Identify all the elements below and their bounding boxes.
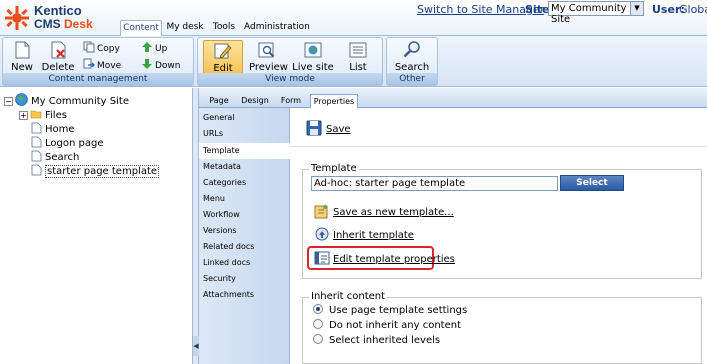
ribbon-toolbar: New Delete Copy Move Up Down Content man… xyxy=(0,36,707,87)
radio-icon[interactable] xyxy=(313,334,323,344)
tab-content[interactable]: Content xyxy=(120,20,162,36)
live-site-icon xyxy=(303,40,323,60)
page-icon xyxy=(31,122,42,134)
preview-button[interactable]: Preview xyxy=(249,40,285,74)
page-icon xyxy=(31,136,42,148)
vtab-versions[interactable]: Versions xyxy=(199,223,290,239)
view-mode-title: View mode xyxy=(198,73,382,85)
property-tabs: General URLs Template Metadata Categorie… xyxy=(199,108,290,364)
tree-item-home[interactable]: Home xyxy=(31,122,75,135)
search-button[interactable]: Search xyxy=(392,40,432,74)
tab-my-desk[interactable]: My desk xyxy=(166,20,204,36)
vtab-categories[interactable]: Categories xyxy=(199,175,290,191)
template-properties-panel: Save Template Ad-hoc: starter page templ… xyxy=(290,108,707,364)
divider xyxy=(290,146,707,147)
save-as-new-template-link[interactable]: Save as new template... xyxy=(314,203,454,219)
live-site-button[interactable]: Live site xyxy=(291,40,335,74)
template-legend: Template xyxy=(309,163,359,174)
tree-item-logon-page[interactable]: Logon page xyxy=(31,136,103,149)
vtab-general[interactable]: General xyxy=(199,110,290,126)
vtab-template[interactable]: Template xyxy=(199,143,291,159)
floppy-disk-icon xyxy=(306,120,322,136)
view-mode-group: Edit Preview Live site List View mode xyxy=(197,37,383,86)
content-tabs: Page Design Form Properties xyxy=(199,88,707,108)
collapse-icon[interactable]: − xyxy=(4,97,13,106)
list-icon xyxy=(348,40,368,60)
kentico-logo-icon xyxy=(4,5,30,31)
vtab-security[interactable]: Security xyxy=(199,271,290,287)
edit-button[interactable]: Edit xyxy=(203,40,243,74)
kentico-logo: Kentico CMS Desk xyxy=(4,3,104,33)
radio-icon[interactable] xyxy=(313,319,323,329)
chevron-down-icon: ▼ xyxy=(630,2,643,15)
vtab-linked-docs[interactable]: Linked docs xyxy=(199,255,290,271)
tab-administration[interactable]: Administration xyxy=(244,20,308,36)
expand-icon[interactable]: + xyxy=(19,111,28,120)
content-management-group: New Delete Copy Move Up Down Content man… xyxy=(2,37,194,86)
tab-form[interactable]: Form xyxy=(279,94,303,108)
globe-icon xyxy=(15,93,28,106)
tab-page[interactable]: Page xyxy=(207,94,231,108)
tree-item-starter-page-template[interactable]: starter page template xyxy=(31,164,159,177)
tree-item-search[interactable]: Search xyxy=(31,150,79,163)
site-select[interactable]: My Community Site ▼ xyxy=(548,1,644,16)
radio-do-not-inherit[interactable]: Do not inherit any content xyxy=(313,319,461,331)
page-icon xyxy=(31,150,42,162)
up-button[interactable]: Up xyxy=(141,41,167,55)
tab-tools[interactable]: Tools xyxy=(209,20,239,36)
save-template-icon xyxy=(314,203,330,219)
tab-properties[interactable]: Properties xyxy=(310,94,358,108)
arrow-up-icon xyxy=(141,41,153,53)
move-icon xyxy=(83,58,95,70)
move-button[interactable]: Move xyxy=(83,58,121,72)
content-tree: − My Community Site + Files Home Logon pag… xyxy=(0,88,193,364)
radio-selected-icon[interactable] xyxy=(313,304,323,314)
save-button[interactable]: Save xyxy=(306,120,351,136)
delete-button[interactable]: Delete xyxy=(41,40,75,74)
delete-icon xyxy=(48,40,68,60)
list-button[interactable]: List xyxy=(341,40,375,74)
other-group: Search Other xyxy=(386,37,438,86)
edit-icon xyxy=(213,41,233,61)
select-template-button[interactable]: Select xyxy=(560,175,624,191)
tab-design[interactable]: Design xyxy=(240,94,270,108)
preview-icon xyxy=(257,40,277,60)
brand-product: CMS Desk xyxy=(34,17,93,31)
vtab-related-docs[interactable]: Related docs xyxy=(199,239,290,255)
content-management-title: Content management xyxy=(3,73,193,85)
new-page-icon xyxy=(12,40,32,60)
other-title: Other xyxy=(387,73,437,85)
copy-icon xyxy=(83,41,95,53)
radio-use-page-template-settings[interactable]: Use page template settings xyxy=(313,304,467,316)
template-name-field[interactable]: Ad-hoc: starter page template xyxy=(311,176,558,191)
vtab-workflow[interactable]: Workflow xyxy=(199,207,290,223)
arrow-down-icon xyxy=(141,58,153,70)
edit-template-properties-link[interactable]: Edit template properties xyxy=(314,250,455,266)
copy-button[interactable]: Copy xyxy=(83,41,120,55)
tree-root-my-community-site[interactable]: − My Community Site xyxy=(4,93,129,106)
inherit-template-icon xyxy=(314,226,330,242)
down-button[interactable]: Down xyxy=(141,58,181,72)
top-bar: Kentico CMS Desk Switch to Site Manager … xyxy=(0,0,707,36)
folder-icon xyxy=(30,108,42,120)
inherit-template-link[interactable]: Inherit template xyxy=(314,226,414,242)
user-value: Global xyxy=(679,3,707,16)
vtab-metadata[interactable]: Metadata xyxy=(199,159,290,175)
radio-select-inherited-levels[interactable]: Select inherited levels xyxy=(313,334,440,346)
template-properties-icon xyxy=(314,250,330,266)
search-icon xyxy=(402,40,422,60)
tree-item-files[interactable]: + Files xyxy=(19,108,67,121)
inherit-content-legend: Inherit content xyxy=(309,291,387,302)
vtab-attachments[interactable]: Attachments xyxy=(199,287,290,303)
brand-name: Kentico xyxy=(34,3,82,18)
vtab-urls[interactable]: URLs xyxy=(199,126,290,142)
page-icon xyxy=(31,164,42,176)
vtab-menu[interactable]: Menu xyxy=(199,191,290,207)
new-button[interactable]: New xyxy=(7,40,37,74)
